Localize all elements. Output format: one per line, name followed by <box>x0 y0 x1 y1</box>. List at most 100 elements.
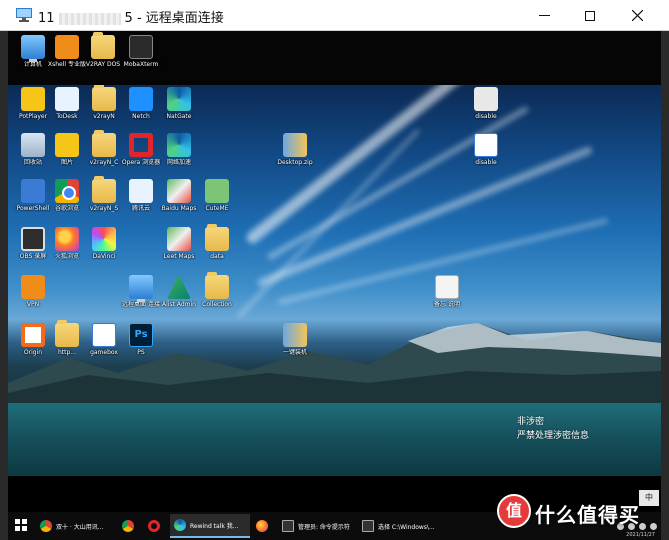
tray-icon <box>650 522 657 530</box>
tray-icon <box>639 522 646 530</box>
taskbar-item[interactable] <box>252 514 276 538</box>
window-icon <box>474 133 498 157</box>
redacted-region <box>58 12 121 25</box>
arrow-icon <box>167 275 191 299</box>
desktop-icon[interactable]: VPN <box>10 275 56 308</box>
potplayer-icon <box>55 133 79 157</box>
taskbar-item-active[interactable]: Rewind talk 我... <box>170 514 250 538</box>
terminal-icon <box>362 520 374 532</box>
cloud-icon <box>55 87 79 111</box>
minimize-button[interactable] <box>521 0 567 31</box>
taskbar-item[interactable] <box>144 514 168 538</box>
icon-label: PS <box>137 349 145 356</box>
taskbar-item-label: 双十 · 大山用讯... <box>56 523 104 531</box>
watermark-line-1: 非涉密 <box>517 417 545 427</box>
windows-logo-icon <box>15 526 20 531</box>
watermark-line-2: 严禁处理涉密信息 <box>517 431 590 441</box>
gear-icon <box>474 87 498 111</box>
icon-label: Desktop.zip <box>277 159 313 166</box>
desktop-icon[interactable]: 一键装机 <box>272 323 318 356</box>
windows-logo-icon <box>22 519 27 524</box>
taskbar-item[interactable]: 双十 · 大山用讯... <box>36 514 114 538</box>
windows-logo-icon <box>15 519 20 524</box>
close-button[interactable] <box>614 0 660 31</box>
ime-indicator[interactable]: 中 <box>639 490 659 506</box>
edge-icon <box>167 87 191 111</box>
cuteme-icon <box>205 179 229 203</box>
photoshop-icon: Ps <box>129 323 153 347</box>
desktop-icon[interactable]: data <box>194 224 240 260</box>
desktop-icon[interactable]: Collection <box>194 272 240 308</box>
windows-logo-icon <box>22 526 27 531</box>
terminal-icon <box>282 520 294 532</box>
desktop-icon[interactable]: CuteME <box>194 179 240 212</box>
remote-desktop: 计算机 Xshell 专业版 V2RAY DOS MobaXterm PotPl… <box>8 31 661 540</box>
taskbar-item[interactable]: 选择 C:\Windows\... <box>358 514 436 538</box>
computer-icon <box>21 35 45 62</box>
sensor-icon <box>129 87 153 111</box>
zip-icon <box>283 133 307 157</box>
icon-label: NatGate <box>166 113 192 120</box>
rdp-window: 11 5 - 远程桌面连接 计算机 Xshell 专业版 V2RAY DOS M… <box>0 0 669 540</box>
taskbar-item-label: Rewind talk 我... <box>190 522 239 530</box>
maximize-icon <box>585 10 595 21</box>
remote-desktop-icon <box>16 8 32 22</box>
icon-label: MobaXterm <box>123 61 159 68</box>
window-icon <box>92 323 116 347</box>
desktop-icon[interactable]: NatGate <box>156 87 202 120</box>
recycle-bin-icon <box>21 133 45 157</box>
icon-label: DaVinci <box>92 253 116 260</box>
desktop-icon[interactable]: 网络加速 <box>156 133 202 166</box>
folder-icon <box>92 176 116 203</box>
firefox-icon <box>55 227 79 251</box>
xshell-icon <box>55 35 79 59</box>
smzdm-logo-icon: 值 <box>497 494 531 528</box>
desktop-icon[interactable]: DaVinci <box>81 227 127 260</box>
firefox-icon <box>256 520 268 532</box>
title-bar[interactable]: 11 5 - 远程桌面连接 <box>0 0 669 31</box>
icon-label: 备忘 说明 <box>434 301 460 308</box>
title-prefix: 11 <box>38 11 55 26</box>
taskbar-item[interactable] <box>118 514 142 538</box>
chrome-icon <box>55 179 79 203</box>
icon-label: 一键装机 <box>282 349 307 356</box>
mobaxterm-icon <box>129 35 153 59</box>
desktop-icon[interactable]: Desktop.zip <box>272 133 318 166</box>
close-icon <box>631 10 643 21</box>
opera-icon <box>148 520 160 532</box>
window-title: 11 5 - 远程桌面连接 <box>38 7 224 26</box>
desktop-wallpaper: PotPlayer ToDesk v2rayN Netch NatGate 回收… <box>8 85 661 476</box>
security-watermark: 非涉密 严禁处理涉密信息 <box>517 415 589 443</box>
zip-icon <box>283 323 307 347</box>
icon-label: CuteME <box>205 205 229 212</box>
desktop-icon[interactable]: disable <box>463 87 509 120</box>
minimize-icon <box>538 15 550 16</box>
top-icon-row: 计算机 Xshell 专业版 V2RAY DOS MobaXterm <box>8 31 661 85</box>
maximize-button[interactable] <box>567 0 613 31</box>
chrome-icon <box>122 520 134 532</box>
icon-label: 网络加速 <box>166 159 191 166</box>
taskbar-item[interactable]: 管理员: 命令提示符 <box>278 514 356 538</box>
map-icon <box>167 227 191 251</box>
cloud-icon <box>129 179 153 203</box>
vpn-icon <box>21 275 45 299</box>
taskbar-item-label: 管理员: 命令提示符 <box>298 523 350 531</box>
folder-icon <box>92 130 116 157</box>
folder-icon <box>91 32 115 59</box>
edge-icon <box>167 133 191 157</box>
document-icon <box>435 275 459 299</box>
opera-icon <box>129 133 153 157</box>
desktop-icon[interactable]: disable <box>463 133 509 166</box>
monitor-icon <box>129 275 153 302</box>
desktop-icon-mobaxterm[interactable]: MobaXterm <box>118 35 164 68</box>
flower-icon <box>92 227 116 251</box>
start-button[interactable] <box>15 519 27 531</box>
desktop-icon[interactable]: Ps PS <box>118 323 164 356</box>
folder-icon <box>205 272 229 299</box>
taskbar-clock[interactable]: 2021/11/27 <box>626 532 655 538</box>
pin-icon <box>21 179 45 203</box>
icon-label: VPN <box>26 301 40 308</box>
chrome-icon <box>40 520 52 532</box>
folder-icon <box>92 85 116 111</box>
desktop-icon[interactable]: 备忘 说明 <box>424 275 470 308</box>
